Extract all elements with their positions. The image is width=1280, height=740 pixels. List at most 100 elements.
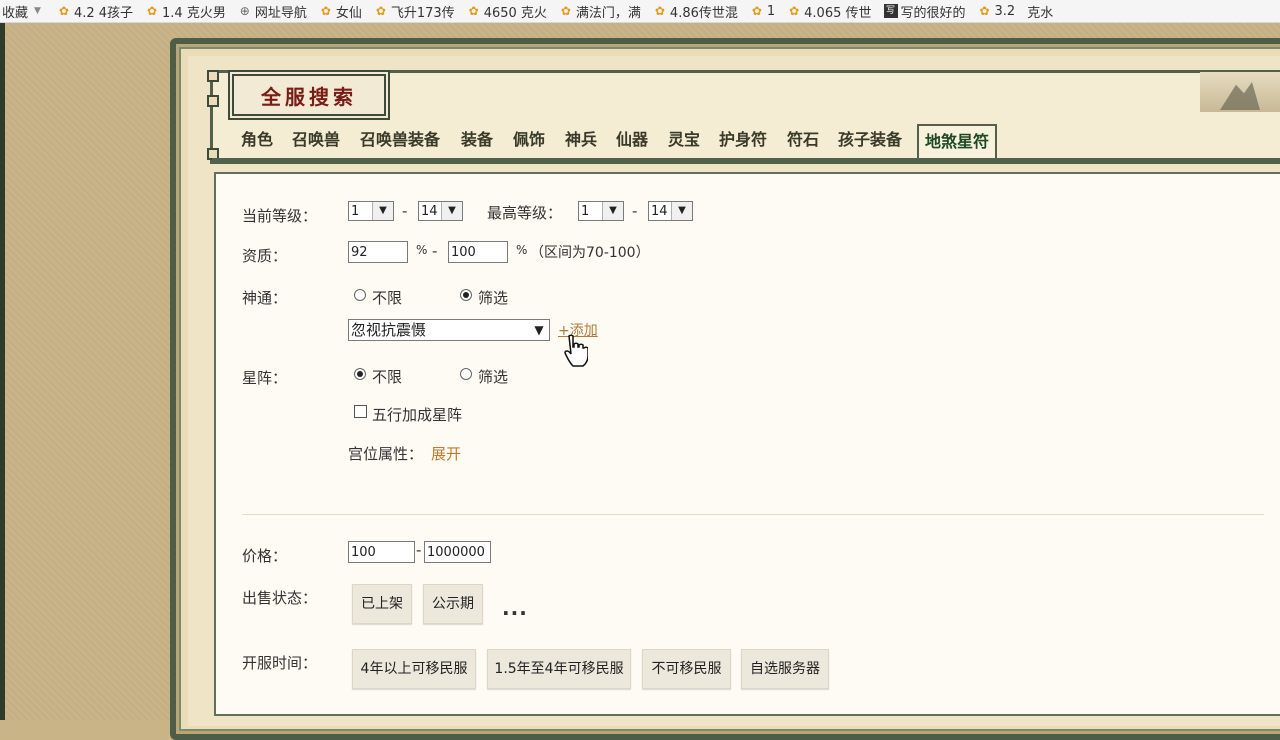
bookmark-label: 4.065 传世: [804, 5, 872, 21]
bookmark-item[interactable]: ✿ 3.2: [978, 4, 1016, 19]
bookmark-label: 克水: [1027, 5, 1054, 21]
tab-accessory[interactable]: 佩饰: [513, 126, 545, 154]
palace-attribute-label: 宫位属性：: [348, 445, 424, 463]
dropdown-triangle-icon: ▼: [529, 320, 549, 340]
bookmark-label: 女仙: [335, 5, 362, 21]
select-value: 1: [581, 204, 590, 219]
sale-status-label: 出售状态：: [242, 589, 318, 607]
frame-corner-ornament: [207, 70, 219, 82]
shentong-label: 神通：: [242, 289, 288, 307]
tab-immortal-weapon[interactable]: 仙器: [616, 126, 648, 154]
select-value: 忽视抗震慑: [351, 321, 427, 339]
bookmark-label: 1.4 克火男: [162, 5, 226, 21]
frame-corner-ornament: [207, 95, 219, 107]
tab-amulet[interactable]: 护身符: [719, 126, 767, 154]
five-element-checkbox[interactable]: [354, 405, 367, 418]
bookmark-item[interactable]: ✿ 1.4 克火男: [145, 2, 226, 21]
weibo-star-icon: ✿: [375, 4, 386, 18]
range-dash: -: [432, 242, 438, 260]
page-title: 全服搜索: [261, 84, 357, 109]
hand-cursor-icon: [564, 334, 588, 367]
weibo-star-icon: ✿: [654, 4, 665, 18]
max-level-from-select[interactable]: 1 ▼: [578, 201, 624, 221]
more-options-ellipsis[interactable]: ...: [502, 596, 528, 620]
bookmark-label: 4.86传世混: [669, 5, 738, 21]
status-listed-button[interactable]: 已上架: [352, 584, 412, 624]
status-public-period-button[interactable]: 公示期: [423, 584, 483, 624]
xingzhen-unlimited-label[interactable]: 不限: [372, 366, 402, 387]
select-value: 14: [651, 204, 668, 219]
server-4yr-migratable-button[interactable]: 4年以上可移民服: [352, 649, 476, 689]
bookmark-item[interactable]: ✿ 1: [750, 4, 775, 19]
page-title-plate: 全服搜索: [232, 74, 386, 116]
tab-role[interactable]: 角色: [241, 126, 273, 154]
bookmark-item[interactable]: 写写的很好的: [883, 2, 966, 21]
select-value: 1: [351, 204, 360, 219]
server-1-5-to-4yr-button[interactable]: 1.5年至4年可移民服: [487, 649, 631, 689]
shentong-skill-select[interactable]: 忽视抗震慑 ▼: [348, 319, 550, 341]
weibo-star-icon: ✿: [789, 4, 800, 18]
five-element-label[interactable]: 五行加成星阵: [372, 404, 462, 425]
tab-rune-stone[interactable]: 符石: [787, 126, 819, 154]
current-level-to-select[interactable]: 14 ▼: [418, 201, 463, 221]
xingzhen-unlimited-radio[interactable]: [354, 368, 366, 380]
percent-sign: %: [416, 243, 428, 257]
bookmark-label: 写的很好的: [900, 5, 966, 21]
chevron-down-icon: ▼: [372, 202, 393, 220]
bookmark-item[interactable]: ✿ 飞升173传: [374, 2, 455, 21]
price-max-input[interactable]: [424, 541, 491, 563]
weibo-star-icon: ✿: [979, 4, 990, 18]
max-level-to-select[interactable]: 14 ▼: [648, 201, 693, 221]
bookmark-label: 满法门，满: [575, 5, 641, 21]
bookmark-item[interactable]: ⊕ 网址导航: [238, 2, 307, 21]
bookmark-item[interactable]: ✿ 4.065 传世: [787, 2, 871, 21]
tab-child-equipment[interactable]: 孩子装备: [838, 126, 902, 154]
max-level-label: 最高等级：: [487, 204, 563, 222]
tab-equipment[interactable]: 装备: [461, 126, 493, 154]
tab-summon-equipment[interactable]: 召唤兽装备: [360, 126, 440, 154]
xingzhen-filter-label[interactable]: 筛选: [478, 366, 508, 387]
current-level-from-select[interactable]: 1 ▼: [348, 201, 394, 221]
bookmark-item[interactable]: ✿ 4650 克火: [467, 2, 547, 21]
price-label: 价格：: [242, 547, 288, 565]
xingzhen-filter-radio[interactable]: [460, 368, 472, 380]
bookmark-label: 4.2 4孩子: [73, 5, 134, 21]
favorites-label: 收藏: [2, 5, 29, 21]
weibo-star-icon: ✿: [320, 4, 331, 18]
bookmark-item[interactable]: ✿ 女仙: [319, 2, 362, 21]
shentong-unlimited-radio[interactable]: [354, 289, 366, 301]
globe-icon: ⊕: [239, 4, 250, 18]
chevron-down-icon: ▼: [671, 202, 692, 220]
palace-expand-link[interactable]: 展开: [431, 443, 461, 464]
bookmark-item[interactable]: ✿ 4.86传世混: [653, 2, 738, 21]
bookmark-label: 网址导航: [254, 5, 307, 21]
tab-earth-star-rune[interactable]: 地煞星符: [917, 124, 998, 158]
bookmark-item[interactable]: 克水: [1027, 2, 1053, 21]
quality-max-input[interactable]: [448, 241, 508, 263]
tab-divine-weapon[interactable]: 神兵: [565, 126, 597, 154]
shentong-filter-radio[interactable]: [460, 289, 472, 301]
server-custom-select-button[interactable]: 自选服务器: [741, 649, 829, 689]
tab-spirit-treasure[interactable]: 灵宝: [668, 126, 700, 154]
tab-summon[interactable]: 召唤兽: [292, 126, 340, 154]
bookmark-favorites[interactable]: 收藏 ▼: [2, 2, 41, 21]
xingzhen-label: 星阵：: [242, 369, 288, 387]
weibo-star-icon: ✿: [146, 4, 158, 18]
quality-range-hint: （区间为70-100）: [530, 245, 650, 261]
chevron-down-icon: ▼: [602, 202, 623, 220]
bookmark-label: 4650 克火: [483, 5, 547, 21]
bookmark-label: 1: [766, 3, 776, 19]
shentong-filter-label[interactable]: 筛选: [478, 287, 508, 308]
price-min-input[interactable]: [348, 541, 415, 563]
shentong-unlimited-label[interactable]: 不限: [372, 287, 402, 308]
bookmark-item[interactable]: ✿ 满法门，满: [559, 2, 641, 21]
bookmark-item[interactable]: ✿ 4.2 4孩子: [57, 2, 133, 21]
weibo-star-icon: ✿: [468, 4, 479, 18]
quality-min-input[interactable]: [348, 241, 408, 263]
current-level-label: 当前等级：: [242, 207, 318, 225]
server-non-migratable-button[interactable]: 不可移民服: [642, 649, 731, 689]
select-value: 14: [421, 204, 438, 219]
bookmark-label: 3.2: [994, 3, 1016, 19]
weibo-star-icon: ✿: [751, 4, 762, 18]
weibo-star-icon: ✿: [560, 4, 571, 18]
